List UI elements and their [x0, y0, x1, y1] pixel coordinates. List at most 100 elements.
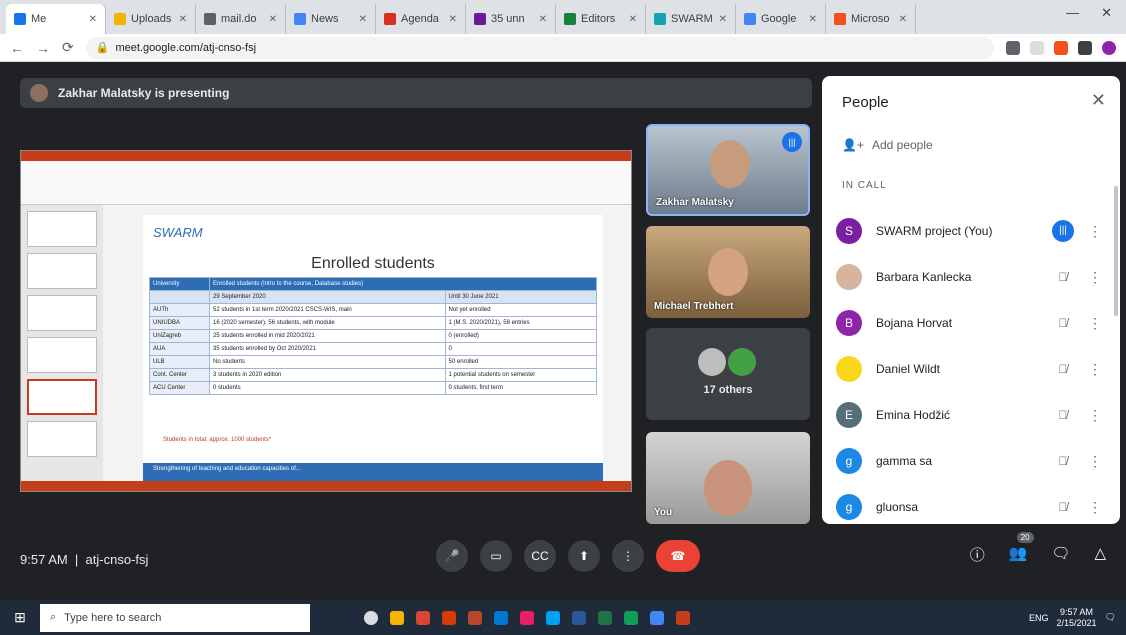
mic-button[interactable]: 🎤: [436, 540, 468, 572]
clock-date: 2/15/2021: [1056, 617, 1097, 628]
list-item[interactable]: g gluonsa 🎙̸ ⋮: [822, 484, 1112, 524]
present-button[interactable]: ⬆: [568, 540, 600, 572]
close-icon[interactable]: ✕: [1101, 5, 1112, 21]
table-subheader: Until 30 June 2021: [444, 290, 598, 304]
app-icon[interactable]: [520, 610, 534, 625]
close-icon[interactable]: ✕: [1091, 90, 1106, 111]
app-icon[interactable]: [572, 610, 586, 625]
close-icon[interactable]: ✕: [179, 14, 187, 25]
app-icon[interactable]: [650, 610, 664, 625]
list-item[interactable]: B Bojana Horvat 🎙̸ ⋮: [822, 300, 1112, 346]
table-cell: 1 (M.S. 2020/2021), 58 entries: [444, 316, 598, 330]
participant-tile[interactable]: You: [646, 432, 810, 524]
more-vert-icon[interactable]: ⋮: [1088, 269, 1102, 286]
favicon-icon: [114, 13, 126, 25]
participant-name: Zakhar Malatsky: [656, 197, 734, 208]
participant-name: gamma sa: [876, 454, 933, 468]
table-cell: AUTh: [149, 303, 210, 317]
activities-icon[interactable]: △: [1094, 544, 1106, 565]
app-icon[interactable]: [390, 610, 404, 625]
app-icon[interactable]: [624, 610, 638, 625]
browser-tab[interactable]: mail.do ✕: [196, 4, 286, 34]
participant-name: Barbara Kanlecka: [876, 270, 972, 284]
mic-off-icon: 🎙̸: [1058, 454, 1068, 468]
list-item[interactable]: Barbara Kanlecka 🎙̸ ⋮: [822, 254, 1112, 300]
list-item[interactable]: g gamma sa 🎙̸ ⋮: [822, 438, 1112, 484]
close-icon[interactable]: ✕: [719, 14, 727, 25]
close-icon[interactable]: ✕: [89, 14, 97, 25]
info-icon[interactable]: ⓘ: [970, 544, 985, 565]
table-subheader: 29 September 2020: [209, 290, 446, 304]
table-cell: [149, 290, 210, 304]
list-item[interactable]: Daniel Wildt 🎙̸ ⋮: [822, 346, 1112, 392]
close-icon[interactable]: ✕: [539, 14, 547, 25]
close-icon[interactable]: ✕: [899, 14, 907, 25]
app-icon[interactable]: [676, 610, 690, 625]
start-icon[interactable]: ⊞: [0, 609, 40, 626]
browser-tab[interactable]: Google ✕: [736, 4, 826, 34]
browser-tab[interactable]: News ✕: [286, 4, 376, 34]
end-call-button[interactable]: ☎: [656, 540, 700, 572]
close-icon[interactable]: ✕: [359, 14, 367, 25]
close-icon[interactable]: ✕: [629, 14, 637, 25]
camera-icon[interactable]: [1006, 40, 1020, 55]
app-icon[interactable]: [442, 610, 456, 625]
list-item[interactable]: E Emina Hodžić 🎙̸ ⋮: [822, 392, 1112, 438]
browser-tab[interactable]: Microso ✕: [826, 4, 916, 34]
mic-off-icon: 🎙̸: [1058, 500, 1068, 514]
browser-tab[interactable]: Me ✕: [6, 4, 106, 34]
more-vert-icon[interactable]: ⋮: [1088, 453, 1102, 470]
address-bar[interactable]: 🔒 meet.google.com/atj-cnso-fsj: [85, 36, 994, 59]
minimize-icon[interactable]: —: [1066, 5, 1079, 21]
participant-tile[interactable]: Michael Trebhert: [646, 226, 810, 318]
taskbar-search[interactable]: ⌕ Type here to search: [40, 603, 310, 632]
people-button[interactable]: 👥 20: [1009, 532, 1034, 565]
more-options-button[interactable]: ⋮: [612, 540, 644, 572]
app-icon[interactable]: [494, 610, 508, 625]
app-icon[interactable]: [598, 610, 612, 625]
slide-table: University Enrolled students (Intro to t…: [149, 277, 598, 395]
participant-video: [704, 460, 752, 516]
more-vert-icon[interactable]: ⋮: [1088, 223, 1102, 240]
more-vert-icon[interactable]: ⋮: [1088, 315, 1102, 332]
back-icon[interactable]: ←: [10, 40, 24, 56]
participant-name: 17 others: [703, 384, 753, 396]
clock[interactable]: 9:57 AM 2/15/2021: [1057, 607, 1097, 629]
avatar[interactable]: [1102, 40, 1116, 55]
extension-icon[interactable]: [1078, 40, 1092, 55]
browser-tab[interactable]: Uploads ✕: [106, 4, 196, 34]
more-vert-icon[interactable]: ⋮: [1088, 499, 1102, 516]
search-icon: ⌕: [50, 611, 57, 623]
camera-button[interactable]: ▭: [480, 540, 512, 572]
close-icon[interactable]: ✕: [269, 14, 277, 25]
notifications-icon[interactable]: 🗨: [1105, 612, 1116, 623]
participant-tile[interactable]: 17 others: [646, 328, 810, 420]
app-icon[interactable]: [416, 610, 430, 625]
tab-title: SWARM: [671, 13, 713, 25]
app-icon[interactable]: [468, 610, 482, 625]
more-vert-icon[interactable]: ⋮: [1088, 361, 1102, 378]
app-icon[interactable]: [546, 610, 560, 625]
task-view-icon[interactable]: [364, 610, 378, 625]
reload-icon[interactable]: ⟳: [62, 39, 74, 56]
close-icon[interactable]: ✕: [809, 14, 817, 25]
list-item[interactable]: S SWARM project (You) ||| ⋮: [822, 208, 1112, 254]
chat-icon[interactable]: 🗨: [1051, 544, 1070, 565]
close-icon[interactable]: ✕: [449, 14, 457, 25]
browser-tab[interactable]: 35 unn ✕: [466, 4, 556, 34]
browser-tab[interactable]: Editors ✕: [556, 4, 646, 34]
forward-icon[interactable]: →: [36, 40, 50, 56]
browser-tab[interactable]: SWARM ✕: [646, 4, 736, 34]
star-icon[interactable]: [1030, 40, 1044, 55]
extension-icon[interactable]: [1054, 40, 1068, 55]
avatar: [698, 348, 726, 376]
mic-off-icon: 🎙̸: [1058, 408, 1068, 422]
captions-button[interactable]: CC: [524, 540, 556, 572]
presentation-screen[interactable]: SWARM Enrolled students University Enrol…: [20, 150, 632, 492]
more-vert-icon[interactable]: ⋮: [1088, 407, 1102, 424]
participant-tile[interactable]: ||| Zakhar Malatsky: [646, 124, 810, 216]
browser-tab[interactable]: Agenda ✕: [376, 4, 466, 34]
add-people-button[interactable]: 👤+ Add people: [842, 138, 933, 152]
presenter-text: Zakhar Malatsky is presenting: [58, 86, 230, 100]
scrollbar[interactable]: [1114, 186, 1118, 316]
